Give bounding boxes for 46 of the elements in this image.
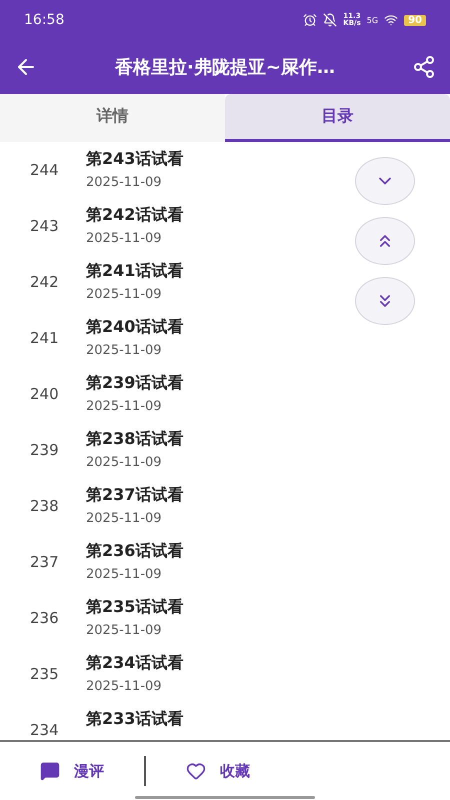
chapter-date: 2025-11-09 xyxy=(86,455,163,470)
chapter-number: 240 xyxy=(29,385,60,403)
chapter-number: 236 xyxy=(29,609,60,627)
chapter-number: 244 xyxy=(29,161,60,179)
battery-level: 90 xyxy=(404,14,426,26)
tab[interactable]: 详情 xyxy=(0,94,225,142)
chapter-number: 243 xyxy=(29,217,60,235)
chapter-title[interactable]: 第236话试看 xyxy=(86,541,184,562)
window-title: 香格里拉·弗陇提亚~屎作… xyxy=(114,56,336,79)
chapter-title[interactable]: 第240话试看 xyxy=(86,317,184,338)
chapter-date: 2025-11-09 xyxy=(86,287,163,302)
chapter-date: 2025-11-09 xyxy=(86,679,163,694)
chapter-title[interactable]: 第237话试看 xyxy=(86,485,184,506)
chapter-title[interactable]: 第242话试看 xyxy=(86,205,184,226)
share-icon[interactable] xyxy=(412,55,436,79)
chapter-number: 235 xyxy=(29,665,60,683)
clock: 16:58 xyxy=(24,12,64,28)
wifi-icon xyxy=(384,13,398,27)
chapter-number: 237 xyxy=(29,553,60,571)
heart-icon xyxy=(186,761,206,781)
chapter-number: 234 xyxy=(29,721,60,739)
chapter-title[interactable]: 第239话试看 xyxy=(86,373,184,394)
favorite-button[interactable]: 收藏 xyxy=(146,761,250,781)
chapter-date: 2025-11-09 xyxy=(86,567,163,582)
chapter-number: 241 xyxy=(29,329,60,347)
tab[interactable]: 目录 xyxy=(225,94,450,142)
chapter-date: 2025-11-09 xyxy=(86,399,163,414)
chapter-title[interactable]: 第238话试看 xyxy=(86,429,184,450)
chapter-date: 2025-11-09 xyxy=(86,511,163,526)
bell-off-icon xyxy=(323,13,338,27)
chapter-title[interactable]: 第235话试看 xyxy=(86,597,184,618)
chapter-title[interactable]: 第241话试看 xyxy=(86,261,184,282)
chapter-date: 2025-11-09 xyxy=(86,343,163,358)
chapter-number: 239 xyxy=(29,441,60,459)
chapter-number: 238 xyxy=(29,497,60,515)
chapter-number: 242 xyxy=(29,273,60,291)
chapter-date: 2025-11-09 xyxy=(86,231,163,246)
chapter-date: 2025-11-09 xyxy=(86,623,163,638)
chapter-date: 2025-11-09 xyxy=(86,175,163,190)
chapter-title[interactable]: 第233话试看 xyxy=(86,709,184,730)
alarm-icon xyxy=(303,13,318,27)
chapter-title[interactable]: 第234话试看 xyxy=(86,653,184,674)
comment-icon xyxy=(40,761,60,781)
comment-button[interactable]: 漫评 xyxy=(0,761,104,781)
network-type: 5G xyxy=(366,16,378,24)
chapter-title[interactable]: 第243话试看 xyxy=(86,149,184,170)
